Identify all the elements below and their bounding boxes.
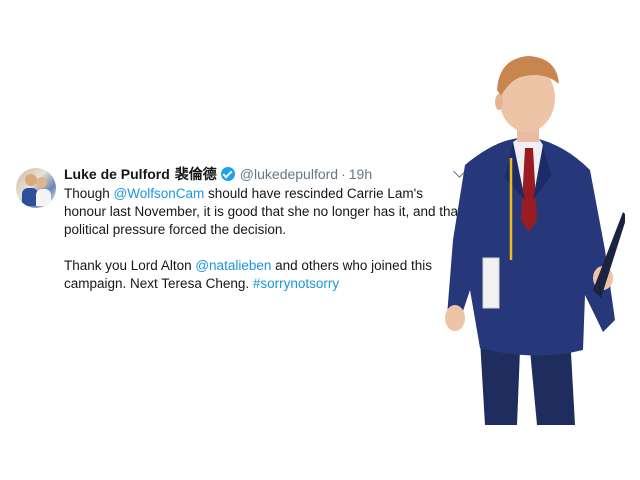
text-segment: Thank you Lord Alton [64, 258, 196, 273]
tweet-paragraph-2: Thank you Lord Alton @natalieben and oth… [64, 257, 464, 293]
avatar[interactable] [16, 168, 56, 208]
separator: · [341, 166, 346, 182]
tweet-header: Luke de Pulford 裴倫德 @lukedepulford · 19h [64, 164, 464, 184]
user-handle[interactable]: @lukedepulford [240, 166, 338, 182]
mention-link[interactable]: @natalieben [195, 258, 271, 273]
tweet-text: Though @WolfsonCam should have rescinded… [64, 185, 464, 293]
display-name-chinese[interactable]: 裴倫德 [175, 164, 217, 184]
man-in-suit-photo [445, 56, 625, 425]
tweet-paragraph-1: Though @WolfsonCam should have rescinded… [64, 185, 464, 239]
verified-badge-icon [220, 167, 235, 181]
display-name[interactable]: Luke de Pulford [64, 166, 170, 182]
mention-link[interactable]: @WolfsonCam [114, 186, 205, 201]
hashtag-link[interactable]: #sorrynotsorry [253, 276, 339, 291]
timestamp[interactable]: 19h [349, 166, 372, 182]
tweet-body: Luke de Pulford 裴倫德 @lukedepulford · 19h… [64, 164, 466, 293]
text-segment: Though [64, 186, 114, 201]
